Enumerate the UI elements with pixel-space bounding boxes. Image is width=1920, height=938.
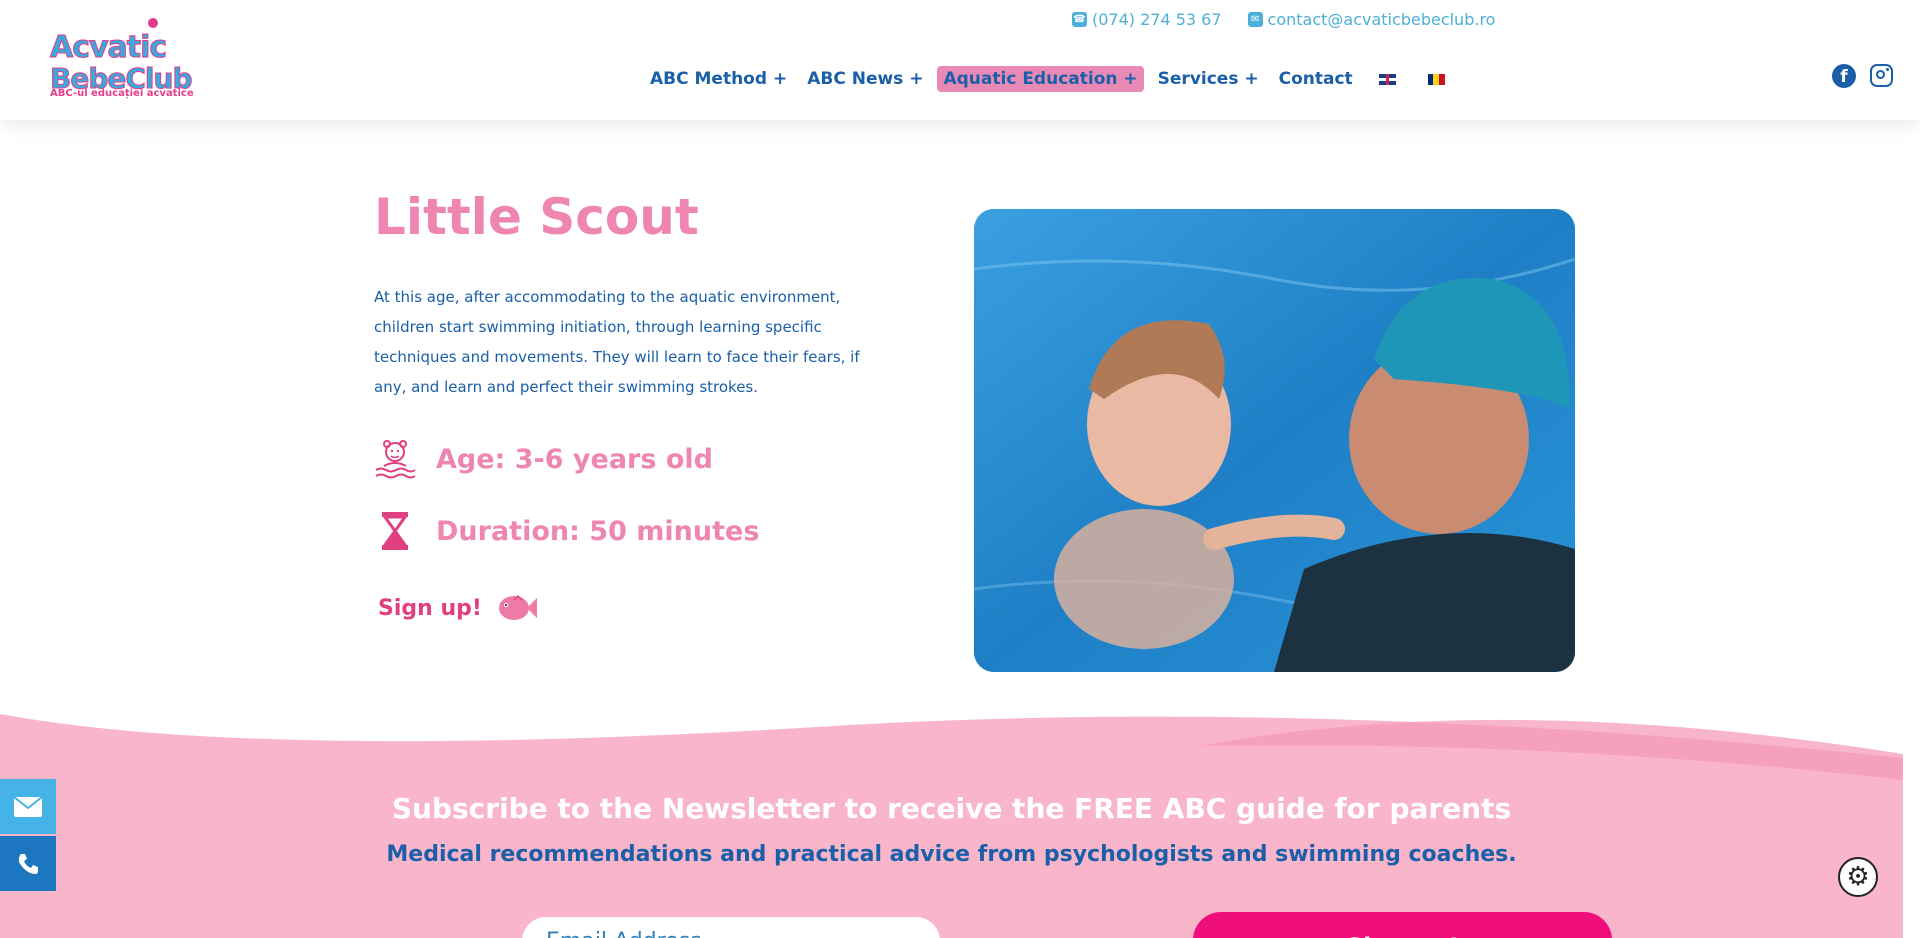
phone-icon [18,853,38,874]
age-info: Age: 3-6 years old [374,438,713,480]
page-title: Little Scout [374,188,699,246]
child-swimming-icon [375,440,416,479]
logo-text-line1: Acvatic [49,30,167,66]
settings-gear-icon[interactable]: ⚙ [1838,857,1878,897]
phone-icon: ☎ [1072,12,1087,27]
nav-services[interactable]: Services + [1152,66,1265,92]
duration-label: Duration: 50 minutes [436,515,760,547]
instagram-icon[interactable] [1870,64,1893,87]
logo-ball-icon [148,18,158,28]
fish-icon [498,594,537,620]
lesson-photo [974,209,1575,672]
newsletter-signup-button[interactable]: Sign up! [1193,912,1612,938]
logo-subtitle: ABC-ul educației acvatice [50,88,194,99]
contact-topbar: ☎ (074) 274 53 67 ✉ contact@acvaticbebec… [1072,10,1495,29]
email-text: contact@acvaticbebeclub.ro [1267,10,1496,29]
newsletter-email-input[interactable] [522,917,940,938]
hourglass-icon [382,512,408,550]
en-flag-icon[interactable] [1378,73,1396,85]
site-logo[interactable]: Acvatic BebeClub ABC-ul educației acvati… [48,18,194,104]
nav-aquatic-education[interactable]: Aquatic Education + [937,66,1144,92]
page-description: At this age, after accommodating to the … [374,288,860,396]
facebook-icon[interactable]: f [1832,64,1856,88]
site-header: Acvatic BebeClub ABC-ul educației acvati… [0,0,1920,120]
phone-link[interactable]: ☎ (074) 274 53 67 [1072,10,1222,29]
pool-scene-image [974,209,1575,672]
newsletter-title: Subscribe to the Newsletter to receive t… [391,792,1512,825]
signup-link[interactable]: Sign up! [378,592,538,624]
signup-text: Sign up! [378,595,482,621]
main-nav: ABC Method + ABC News + Aquatic Educatio… [644,66,1457,92]
email-link[interactable]: ✉ contact@acvaticbebeclub.ro [1247,10,1496,29]
age-label: Age: 3-6 years old [436,443,713,475]
nav-abc-news[interactable]: ABC News + [801,66,929,92]
nav-abc-method[interactable]: ABC Method + [644,66,793,92]
floating-phone-button[interactable] [0,836,56,891]
floating-email-button[interactable] [0,779,56,834]
envelope-icon [14,796,42,817]
social-links: f [1832,64,1893,88]
phone-text: (074) 274 53 67 [1092,10,1222,29]
envelope-icon: ✉ [1247,12,1263,27]
ro-flag-icon[interactable] [1427,73,1445,85]
nav-contact[interactable]: Contact [1273,66,1359,92]
duration-info: Duration: 50 minutes [374,510,759,552]
newsletter-subtitle: Medical recommendations and practical ad… [386,842,1517,867]
